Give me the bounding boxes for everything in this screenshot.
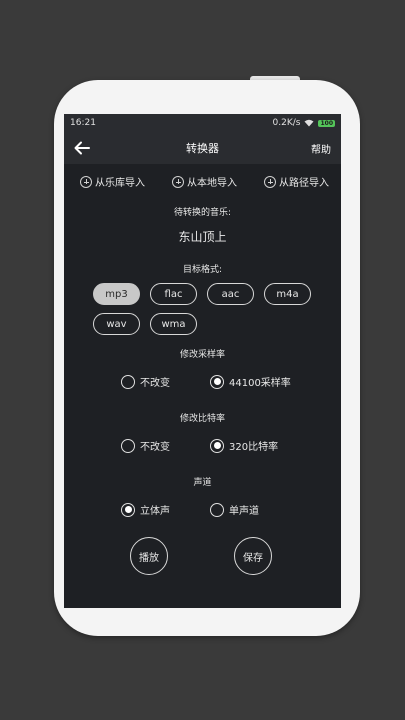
- sample-rate-label: 修改采样率: [179, 350, 225, 360]
- format-chip-flac[interactable]: flac: [150, 283, 197, 305]
- channel-label: 声道: [193, 478, 212, 488]
- import-label: 从乐库导入: [95, 178, 145, 189]
- radio-label: 不改变: [140, 378, 170, 389]
- target-format-label: 目标格式:: [182, 265, 223, 275]
- play-button[interactable]: 播放: [130, 537, 168, 575]
- sample-rate-options: 不改变 44100采样率: [64, 374, 341, 389]
- back-arrow-icon[interactable]: [74, 141, 90, 155]
- bit-rate-unchanged-radio[interactable]: 不改变: [121, 438, 170, 453]
- wifi-icon: [304, 119, 314, 127]
- format-chip-aac[interactable]: aac: [207, 283, 254, 305]
- app-bar: 转换器 帮助: [64, 132, 341, 164]
- radio-label: 44100采样率: [229, 378, 291, 389]
- channel-stereo-radio[interactable]: 立体声: [121, 502, 170, 517]
- radio-unchecked-icon: [210, 502, 224, 517]
- import-from-library-button[interactable]: 从乐库导入: [80, 174, 145, 189]
- plus-circle-icon: [172, 175, 184, 188]
- radio-label: 320比特率: [229, 442, 279, 453]
- channel-options: 立体声 单声道: [64, 502, 341, 517]
- import-label: 从路径导入: [279, 178, 329, 189]
- bit-rate-label: 修改比特率: [179, 414, 225, 424]
- channel-mono-radio[interactable]: 单声道: [210, 502, 259, 517]
- bit-rate-options: 不改变 320比特率: [64, 438, 341, 453]
- pending-song-title: 东山顶上: [178, 230, 227, 244]
- radio-unchecked-icon: [121, 438, 135, 453]
- status-indicators: 0.2K/s 100: [273, 118, 335, 128]
- battery-icon: 100: [318, 119, 335, 127]
- radio-checked-icon: [121, 502, 135, 517]
- radio-label: 单声道: [229, 506, 259, 517]
- plus-circle-icon: [264, 175, 276, 188]
- format-chip-m4a[interactable]: m4a: [264, 283, 311, 305]
- phone-screen: 16:21 0.2K/s 100 转换器 帮助 从乐库导入 从本地导入 从路径导…: [64, 114, 341, 608]
- help-button[interactable]: 帮助: [311, 141, 331, 156]
- bit-rate-320-radio[interactable]: 320比特率: [210, 438, 278, 453]
- format-chip-wma[interactable]: wma: [150, 313, 197, 335]
- plus-circle-icon: [80, 175, 92, 188]
- import-row: 从乐库导入 从本地导入 从路径导入: [64, 174, 341, 189]
- network-speed: 0.2K/s: [272, 118, 301, 128]
- pending-music-label: 待转换的音乐:: [173, 208, 232, 218]
- format-chip-wav[interactable]: wav: [93, 313, 140, 335]
- radio-checked-icon: [210, 374, 224, 389]
- sample-rate-unchanged-radio[interactable]: 不改变: [121, 374, 170, 389]
- status-bar: 16:21 0.2K/s 100: [64, 114, 341, 132]
- radio-unchecked-icon: [121, 374, 135, 389]
- page-title: 转换器: [186, 142, 219, 155]
- action-buttons: 播放 保存: [64, 537, 341, 575]
- format-chip-mp3[interactable]: mp3: [93, 283, 140, 305]
- radio-label: 立体声: [140, 506, 170, 517]
- import-from-local-button[interactable]: 从本地导入: [172, 174, 237, 189]
- format-options: mp3 flac aac m4a wav wma: [64, 283, 341, 335]
- save-button[interactable]: 保存: [234, 537, 272, 575]
- import-from-path-button[interactable]: 从路径导入: [264, 174, 329, 189]
- import-label: 从本地导入: [187, 178, 237, 189]
- status-time: 16:21: [70, 118, 96, 128]
- sample-rate-44100-radio[interactable]: 44100采样率: [210, 374, 291, 389]
- radio-label: 不改变: [140, 442, 170, 453]
- radio-checked-icon: [210, 438, 224, 453]
